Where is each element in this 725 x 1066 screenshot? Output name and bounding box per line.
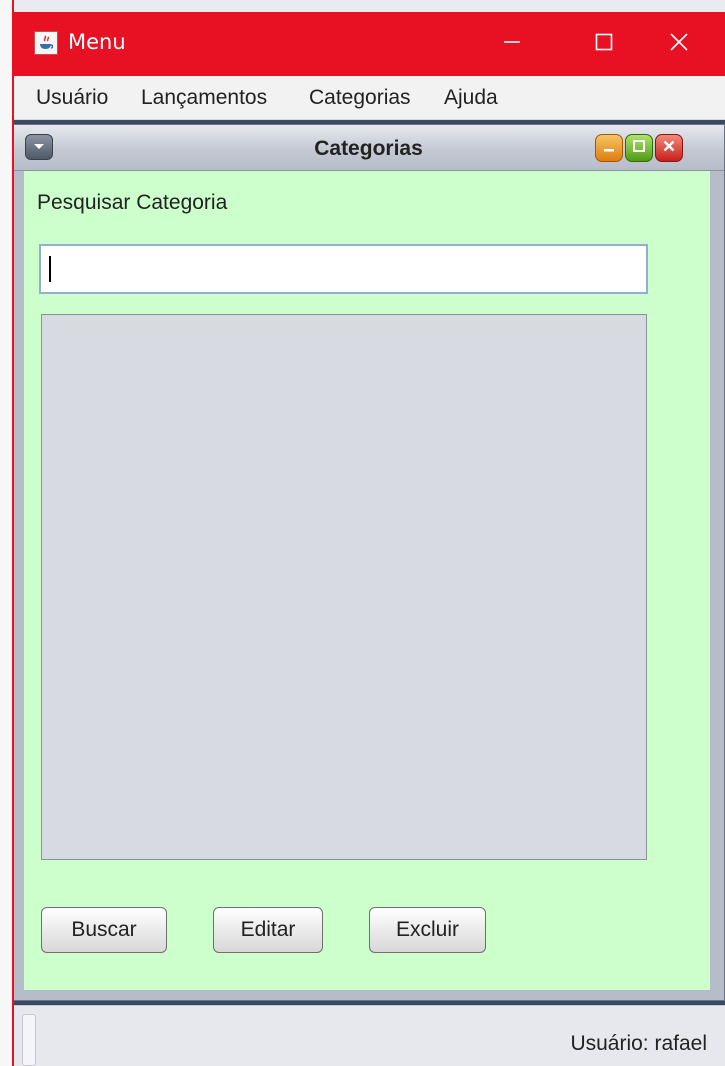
search-label: Pesquisar Categoria — [37, 191, 228, 214]
frame-minimize-button[interactable] — [595, 134, 623, 162]
minimize-button[interactable] — [466, 12, 558, 76]
menu-usuario[interactable]: Usuário — [36, 86, 108, 110]
categorias-content-panel: Pesquisar Categoria Buscar Editar Exclui… — [24, 171, 710, 990]
window-border — [12, 0, 14, 1066]
categorias-internal-frame: Categorias Pesquisar Categoria Buscar Ed… — [12, 124, 725, 1001]
editar-button[interactable]: Editar — [213, 907, 323, 953]
excluir-button[interactable]: Excluir — [369, 907, 486, 953]
close-icon — [669, 32, 689, 57]
buscar-button[interactable]: Buscar — [41, 907, 167, 953]
status-bar: Usuário: rafael — [12, 1005, 725, 1066]
menu-categorias[interactable]: Categorias — [309, 86, 411, 110]
menu-lancamentos[interactable]: Lançamentos — [141, 86, 267, 110]
close-icon — [661, 138, 677, 159]
status-bar-grip — [22, 1014, 36, 1066]
window-title: Menu — [68, 30, 126, 54]
minimize-icon — [502, 32, 522, 57]
status-user-label: Usuário: rafael — [570, 1032, 707, 1055]
close-button[interactable] — [633, 12, 725, 76]
internal-frame-title-bar[interactable]: Categorias — [13, 125, 724, 171]
minimize-icon — [601, 138, 617, 159]
categories-results-list[interactable] — [41, 314, 647, 860]
search-input[interactable] — [39, 244, 648, 294]
java-icon — [34, 31, 58, 55]
menu-ajuda[interactable]: Ajuda — [444, 86, 498, 110]
maximize-icon — [594, 32, 614, 57]
frame-maximize-button[interactable] — [625, 134, 653, 162]
title-bar[interactable]: Menu — [12, 12, 725, 76]
application-window: Menu Usuário Lançamentos Categorias Ajud… — [0, 0, 725, 1066]
frame-close-button[interactable] — [655, 134, 683, 162]
text-caret — [49, 256, 51, 282]
maximize-icon — [631, 138, 647, 159]
menu-bar: Usuário Lançamentos Categorias Ajuda — [12, 76, 725, 120]
